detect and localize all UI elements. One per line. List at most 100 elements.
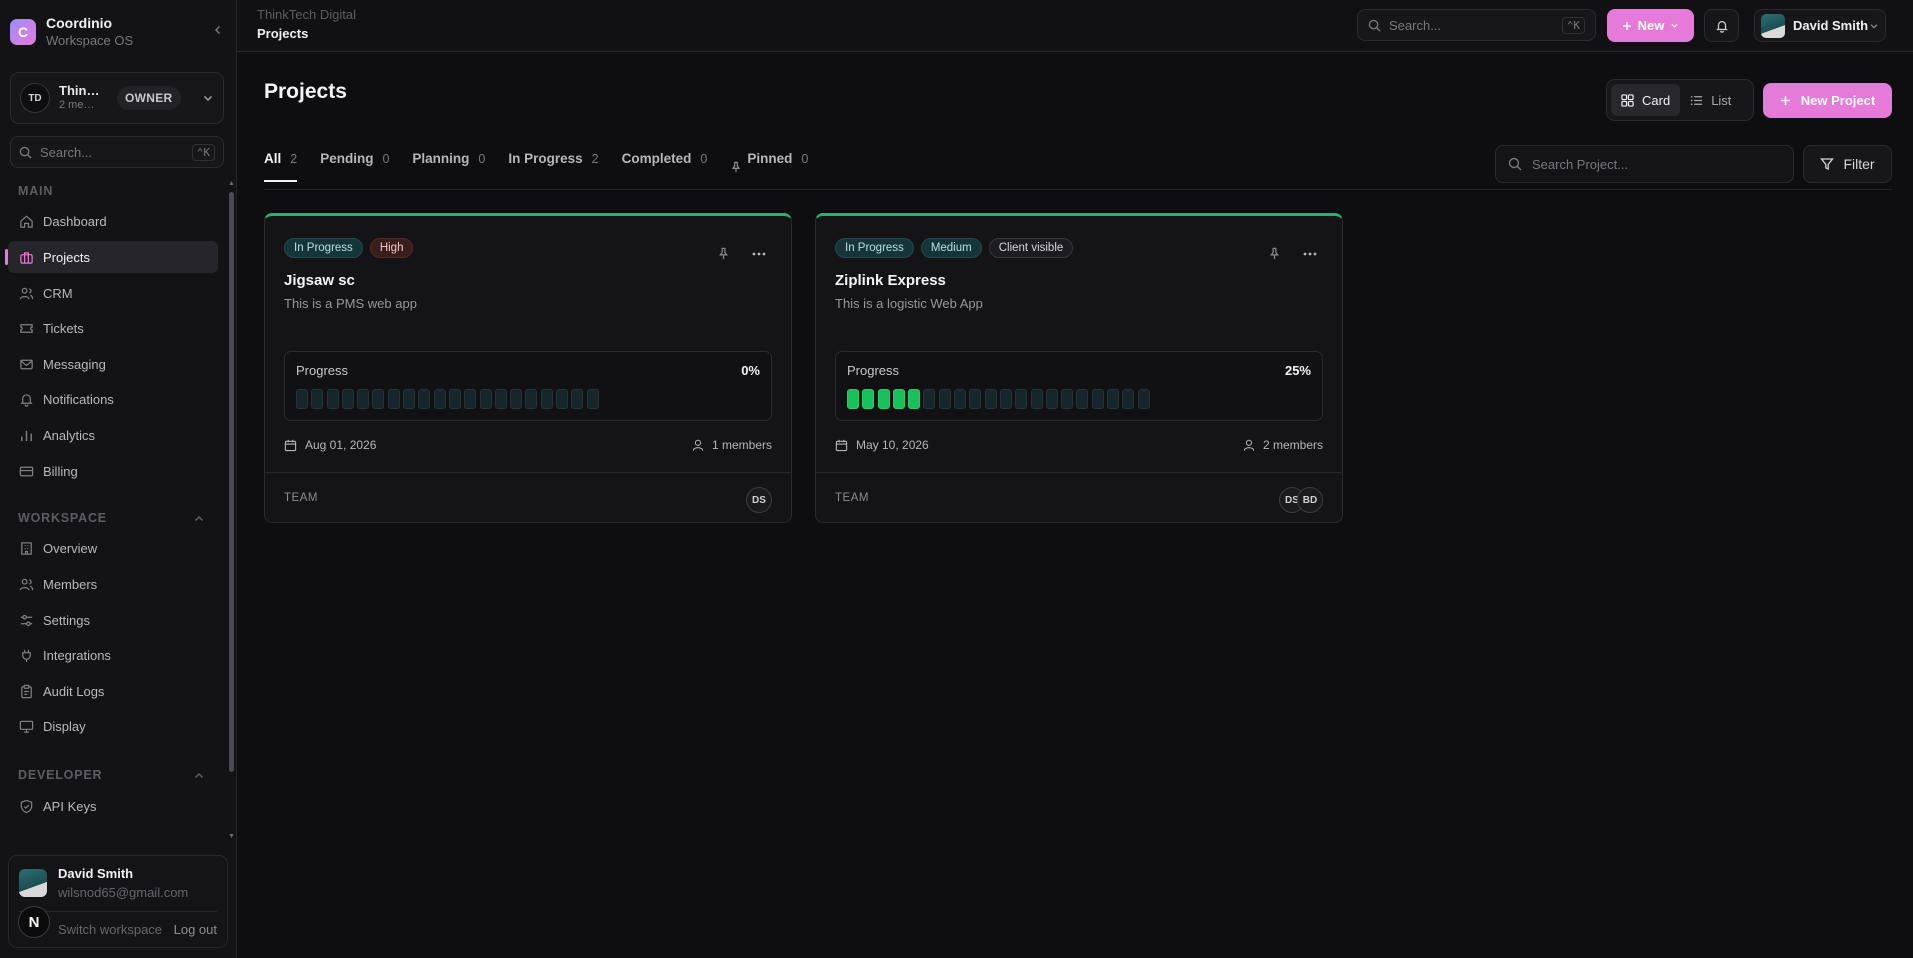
project-title[interactable]: Jigsaw sc: [284, 272, 355, 289]
scroll-down-arrow[interactable]: ▼: [228, 833, 235, 840]
team-label: TEAM: [284, 492, 318, 504]
chevron-up-icon[interactable]: [193, 770, 205, 782]
team-label: TEAM: [835, 492, 869, 504]
tab-planning[interactable]: Planning 0: [412, 150, 485, 183]
chevron-up-icon[interactable]: [193, 513, 205, 525]
sidebar-item-notifications[interactable]: Notifications: [8, 383, 218, 415]
switch-workspace-link[interactable]: Switch workspace: [58, 922, 162, 937]
plug-icon: [19, 648, 34, 663]
chevron-down-icon: [202, 92, 214, 104]
view-card-button[interactable]: Card: [1611, 84, 1681, 116]
sidebar-item-label: Analytics: [43, 427, 96, 443]
sidebar-item-api-keys[interactable]: API Keys: [8, 790, 218, 822]
sidebar-item-crm[interactable]: CRM: [8, 277, 218, 309]
pin-icon[interactable]: [717, 247, 730, 260]
progress-segment: [479, 389, 492, 409]
sidebar-item-messaging[interactable]: Messaging: [8, 348, 218, 380]
tab-in-progress[interactable]: In Progress 2: [508, 150, 598, 183]
sidebar-item-label: Billing: [43, 463, 78, 479]
progress-segment: [1122, 389, 1135, 409]
breadcrumb-current: Projects: [257, 26, 309, 41]
tab-all[interactable]: All 2: [264, 150, 298, 183]
due-date-text: May 10, 2026: [856, 438, 929, 452]
tab-count: 0: [382, 152, 390, 166]
credit-card-icon: [19, 464, 34, 479]
new-button[interactable]: New: [1607, 9, 1694, 42]
sidebar-search-shortcut: ⌃K: [191, 143, 215, 161]
logout-link[interactable]: Log out: [174, 922, 217, 937]
sidebar: C Coordinio Workspace OS TD ThinkTech Di…: [0, 0, 237, 958]
sidebar-item-display[interactable]: Display: [8, 710, 218, 742]
progress-panel: Progress 25%: [835, 351, 1323, 421]
workspace-switcher[interactable]: TD ThinkTech Digital 2 members OWNER: [10, 72, 224, 124]
project-title[interactable]: Ziplink Express: [835, 272, 946, 289]
sidebar-item-overview[interactable]: Overview: [8, 532, 218, 564]
progress-segment: [847, 389, 859, 409]
tab-completed[interactable]: Completed 0: [622, 150, 708, 183]
avatar: [19, 869, 47, 897]
sidebar-item-dashboard[interactable]: Dashboard: [8, 205, 218, 237]
workspace-name: ThinkTech Digital: [59, 83, 103, 98]
sidebar-item-label: Messaging: [43, 356, 106, 372]
ticket-icon: [19, 321, 34, 336]
filter-button[interactable]: Filter: [1803, 145, 1892, 183]
sidebar-item-label: Display: [43, 718, 86, 734]
project-card[interactable]: In Progress Medium Client visible Ziplin…: [815, 213, 1343, 523]
n-badge-icon[interactable]: N: [18, 906, 50, 938]
global-search[interactable]: Search... ⌃K: [1357, 9, 1596, 41]
project-search-input[interactable]: Search Project...: [1495, 145, 1794, 183]
filter-icon: [1820, 157, 1835, 171]
sidebar-item-billing[interactable]: Billing: [8, 455, 218, 487]
briefcase-icon: [19, 250, 34, 265]
sidebar-item-members[interactable]: Members: [8, 568, 218, 600]
sidebar-item-integrations[interactable]: Integrations: [8, 639, 218, 671]
shield-icon: [19, 799, 34, 814]
sidebar-item-label: Members: [43, 576, 98, 592]
sidebar-item-tickets[interactable]: Tickets: [8, 312, 218, 344]
more-options-icon[interactable]: [751, 247, 767, 261]
user-menu[interactable]: David Smith: [1754, 9, 1886, 42]
building-icon: [19, 541, 34, 556]
avatar[interactable]: DS: [746, 487, 772, 513]
scroll-up-arrow[interactable]: ▲: [228, 180, 235, 187]
progress-segment: [387, 389, 400, 409]
progress-bar: [847, 389, 1150, 409]
tab-label: All: [264, 151, 282, 166]
progress-panel: Progress 0%: [284, 351, 772, 421]
new-project-button[interactable]: New Project: [1763, 83, 1892, 118]
avatar: [1761, 13, 1785, 38]
view-list-label: List: [1711, 92, 1732, 108]
tab-pinned[interactable]: Pinned 0: [730, 150, 808, 183]
progress-segment: [908, 389, 921, 409]
progress-segment: [1061, 389, 1074, 409]
progress-segment: [938, 389, 951, 409]
project-description: This is a PMS web app: [284, 296, 417, 311]
progress-label: Progress: [296, 363, 349, 378]
notifications-button[interactable]: [1704, 9, 1739, 42]
progress-segment: [954, 389, 967, 409]
sidebar-item-audit-logs[interactable]: Audit Logs: [8, 675, 218, 707]
more-options-icon[interactable]: [1302, 247, 1318, 261]
sidebar-item-label: API Keys: [43, 798, 97, 814]
sidebar-item-projects[interactable]: Projects: [5, 241, 218, 273]
sidebar-search[interactable]: Search... ⌃K: [10, 136, 224, 168]
search-icon: [1368, 19, 1381, 32]
progress-segment: [862, 389, 875, 409]
chevron-down-icon: [1869, 21, 1879, 31]
project-card[interactable]: In Progress High Jigsaw sc This is a PMS…: [264, 213, 792, 523]
sidebar-scrollbar[interactable]: [229, 192, 234, 772]
sidebar-item-settings[interactable]: Settings: [8, 604, 218, 636]
tab-label: Planning: [412, 151, 470, 166]
view-list-button[interactable]: List: [1680, 84, 1741, 116]
tab-pending[interactable]: Pending 0: [320, 150, 389, 183]
breadcrumb-parent[interactable]: ThinkTech Digital: [257, 7, 356, 22]
sidebar-search-placeholder: Search...: [40, 144, 93, 160]
divider: [265, 472, 791, 473]
avatar[interactable]: BD: [1297, 487, 1323, 513]
priority-badge: High: [369, 238, 414, 258]
chevron-left-icon[interactable]: [212, 24, 224, 36]
plus-icon: [1622, 21, 1632, 31]
sidebar-item-analytics[interactable]: Analytics: [8, 419, 218, 451]
pin-icon[interactable]: [1268, 247, 1281, 260]
search-icon: [1508, 157, 1522, 171]
